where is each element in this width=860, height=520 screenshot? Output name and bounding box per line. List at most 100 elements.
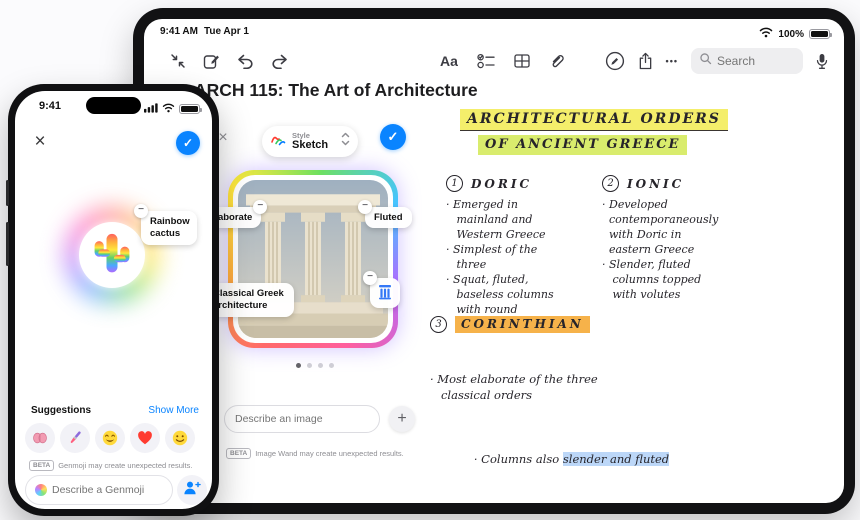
laughing-emoji-button[interactable]	[95, 423, 125, 453]
style-scribble-icon	[270, 132, 286, 151]
tag-fluted-label: Fluted	[374, 212, 403, 223]
ionic-title: IONIC	[627, 176, 685, 191]
compose-button[interactable]	[203, 53, 220, 70]
iphone-screen: 9:41 × ✓ Rainbow cactus − Suggestions Sh…	[15, 91, 212, 509]
dynamic-island	[86, 97, 141, 114]
genmoji-person-add-button[interactable]	[177, 475, 207, 505]
doric-section: 1 DORIC · Emerged in mainland and Wester…	[446, 175, 598, 332]
tag-fluted[interactable]: Fluted −	[358, 200, 412, 228]
corinthian-bullet-1: · Most elaborate of the three classical …	[430, 372, 598, 402]
heart-emoji-button[interactable]	[130, 423, 160, 453]
wifi-icon	[162, 100, 175, 118]
genmoji-describe-input[interactable]	[52, 484, 163, 496]
smiley-emoji-button[interactable]	[165, 423, 195, 453]
heading-highlight: ARCHITECTURAL ORDERS	[460, 109, 728, 131]
style-picker-text: Style Sketch	[292, 132, 328, 152]
genmoji-close-button[interactable]: ×	[29, 131, 51, 153]
suggestions-label: Suggestions	[31, 405, 92, 416]
genmoji-describe-field[interactable]	[25, 475, 173, 505]
chevron-up-down-icon	[341, 131, 350, 152]
ipad-status-bar: 9:41 AM Tue Apr 1	[160, 26, 249, 37]
page-dot[interactable]	[329, 363, 334, 368]
ionic-number: 2	[602, 175, 619, 192]
tag-fluted-remove-icon[interactable]: −	[358, 200, 372, 214]
corinthian-bullet-2-pre: · Columns also	[473, 452, 563, 466]
wand-add-button[interactable]: +	[389, 406, 415, 432]
ipad-status-date: Tue Apr 1	[203, 26, 249, 37]
markup-pencil-icon[interactable]	[605, 51, 625, 71]
wand-describe-input[interactable]	[235, 413, 369, 425]
wand-disclaimer-text: Image Wand may create unexpected results…	[255, 449, 404, 458]
wand-beta-badge: BETA	[226, 448, 252, 459]
suggestion-row	[25, 423, 195, 453]
more-button[interactable]: •••	[666, 56, 678, 66]
corinthian-bullet-2-highlight: slender and fluted	[562, 452, 670, 466]
ipad-status-time: 9:41 AM	[160, 26, 198, 37]
toolbar-right: •••	[605, 45, 828, 77]
collapse-arrows-icon[interactable]	[170, 53, 186, 69]
style-label: Style	[292, 130, 310, 140]
column-suggestion-badge[interactable]: −	[363, 271, 400, 308]
ipad-screen: 9:41 AM Tue Apr 1 100% Aa ••• Search ARC…	[144, 19, 844, 503]
search-field[interactable]	[691, 48, 803, 74]
battery-icon	[179, 104, 202, 114]
tag-classical-label: Classical Greek architecture	[213, 288, 284, 311]
battery-percent: 100%	[778, 28, 804, 40]
share-icon[interactable]	[638, 52, 653, 70]
notes-heading-2: OF ANCIENT GREECE	[478, 135, 688, 155]
genmoji-confirm-button[interactable]: ✓	[176, 131, 200, 155]
paintbrush-emoji-button[interactable]	[60, 423, 90, 453]
genmoji-disclaimer-text: Genmoji may create unexpected results.	[58, 461, 193, 470]
person-add-icon	[183, 480, 201, 501]
ionic-section: 2 IONIC · Developed contemporaneously wi…	[602, 175, 774, 302]
doric-body: · Emerged in mainland and Western Greece…	[446, 198, 554, 331]
wand-confirm-button[interactable]: ✓	[380, 124, 406, 150]
tag-rainbow-cactus[interactable]: Rainbow cactus −	[134, 204, 197, 245]
corinthian-title: CORINTHIAN	[455, 316, 590, 333]
page-dot-active[interactable]	[296, 363, 301, 368]
toolbar-center: Aa	[440, 45, 565, 77]
stage: 9:41 AM Tue Apr 1 100% Aa ••• Search ARC…	[0, 0, 860, 520]
ipad-status-right: 100%	[759, 25, 832, 43]
signal-icon	[144, 100, 158, 118]
attachment-icon[interactable]	[549, 53, 565, 69]
search-icon	[699, 52, 712, 70]
genmoji-disclaimer-row: BETA Genmoji may create unexpected resul…	[29, 460, 192, 471]
iphone-status-time: 9:41	[39, 100, 62, 112]
toolbar-left	[170, 45, 288, 77]
redo-button[interactable]	[271, 54, 288, 69]
format-button[interactable]: Aa	[440, 53, 458, 69]
page-dots[interactable]	[293, 363, 337, 368]
show-more-link[interactable]: Show More	[148, 405, 199, 416]
rainbow-cactus-image	[90, 229, 134, 284]
style-picker[interactable]: Style Sketch	[262, 126, 358, 157]
wand-image-card[interactable]	[228, 170, 398, 348]
checklist-button[interactable]	[477, 53, 495, 69]
iphone-status-right	[144, 100, 202, 118]
wifi-icon	[759, 25, 773, 43]
battery-icon	[809, 29, 832, 39]
ionic-body: · Developed contemporaneously with Doric…	[602, 198, 719, 301]
doric-title: DORIC	[471, 176, 532, 191]
ipad-device: 9:41 AM Tue Apr 1 100% Aa ••• Search ARC…	[133, 8, 855, 514]
table-button[interactable]	[514, 53, 530, 69]
heading-highlight-2: OF ANCIENT GREECE	[478, 135, 688, 155]
corinthian-section: 3 CORINTHIAN · Most elaborate of the thr…	[430, 316, 770, 503]
page-dot[interactable]	[307, 363, 312, 368]
wand-describe-field[interactable]	[224, 405, 380, 433]
microphone-icon[interactable]	[816, 53, 828, 70]
brain-emoji-button[interactable]	[25, 423, 55, 453]
notes-heading-1: ARCHITECTURAL ORDERS	[460, 109, 728, 131]
page-dot[interactable]	[318, 363, 323, 368]
column-icon	[378, 284, 392, 303]
iphone-device: 9:41 × ✓ Rainbow cactus − Suggestions Sh…	[6, 84, 219, 516]
tag-rainbow-cactus-remove-icon[interactable]: −	[134, 204, 148, 218]
tag-rainbow-cactus-label: Rainbow cactus	[150, 216, 190, 239]
column-badge-remove-icon[interactable]: −	[363, 271, 377, 285]
wand-disclaimer-row: BETA Image Wand may create unexpected re…	[226, 448, 404, 459]
style-value: Sketch	[292, 139, 329, 152]
undo-button[interactable]	[237, 54, 254, 69]
note-title: ARCH 115: The Art of Architecture	[194, 80, 478, 100]
genmoji-beta-badge: BETA	[29, 460, 55, 471]
search-input[interactable]	[717, 54, 787, 68]
